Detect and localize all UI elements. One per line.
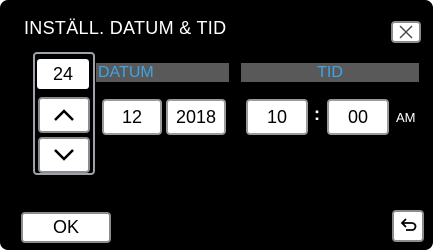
time-separator: :	[314, 104, 320, 124]
hour-field[interactable]: 10	[246, 99, 308, 135]
chevron-down-icon	[54, 149, 74, 161]
close-button[interactable]	[391, 21, 421, 43]
am-pm-label: AM	[396, 110, 416, 125]
page-title: INSTÄLL. DATUM & TID	[24, 18, 227, 38]
decrement-button[interactable]	[38, 137, 90, 173]
day-value[interactable]: 24	[37, 59, 89, 89]
month-field[interactable]: 12	[102, 99, 162, 135]
close-x-icon	[399, 25, 413, 39]
return-arrow-icon	[400, 218, 417, 231]
year-field[interactable]: 2018	[166, 99, 226, 135]
chevron-up-icon	[54, 109, 74, 121]
date-time-settings-screen: INSTÄLL. DATUM & TID 24 DATUM TID 12 201…	[0, 0, 433, 250]
increment-button[interactable]	[38, 97, 90, 133]
ok-button[interactable]: OK	[21, 212, 111, 243]
minute-field[interactable]: 00	[327, 99, 389, 135]
back-button[interactable]	[392, 210, 424, 242]
time-section-header: TID	[241, 63, 419, 82]
date-section-label: DATUM	[98, 64, 154, 81]
date-section-header: DATUM	[96, 63, 229, 82]
time-section-label: TID	[317, 64, 343, 81]
